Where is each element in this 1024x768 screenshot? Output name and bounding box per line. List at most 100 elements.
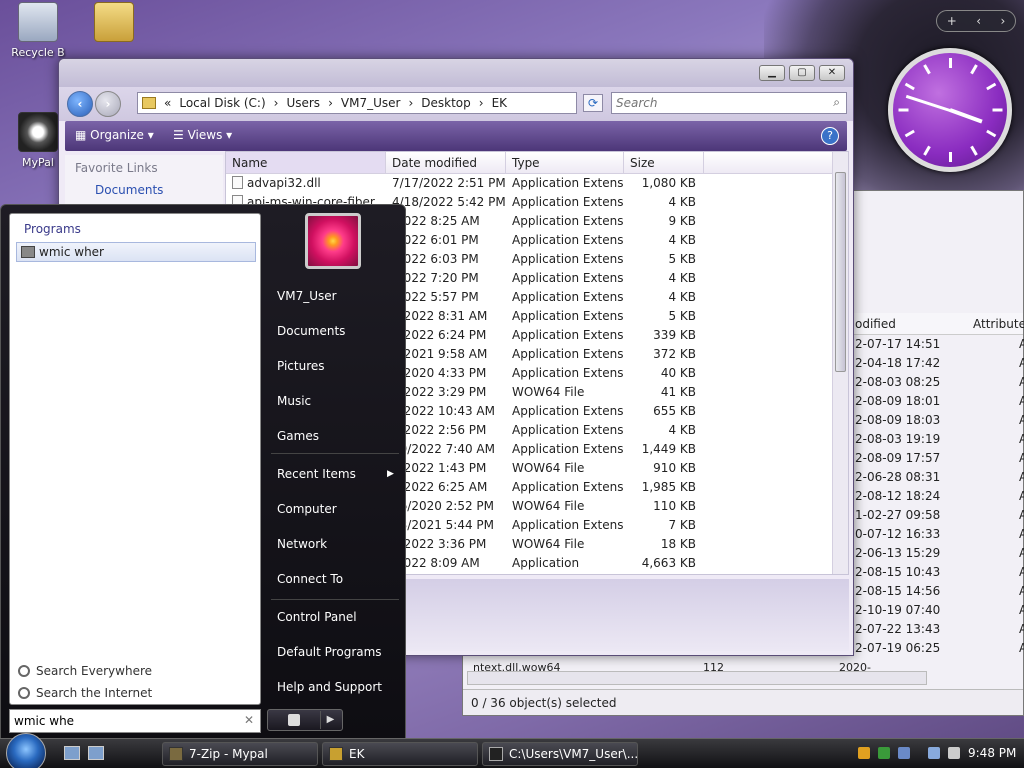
zip-table-row[interactable]: 2-07-19 06:25 A — [855, 641, 1024, 655]
file-size-cell: 18 KB — [660, 537, 696, 551]
search-internet-link[interactable]: Search the Internet — [18, 686, 152, 700]
zip-table-row[interactable]: 2-08-15 14:56 A — [855, 584, 1024, 598]
folder-icon[interactable] — [82, 2, 146, 46]
breadcrumb-separator[interactable]: › — [328, 93, 333, 113]
network-icon[interactable] — [928, 747, 940, 759]
start-item-default-programs[interactable]: Default Programs — [277, 645, 382, 659]
zip-table-row[interactable]: 2-08-03 19:19 A — [855, 432, 1024, 446]
start-item-games[interactable]: Games — [277, 429, 319, 443]
zip-table-row[interactable]: 2-08-03 08:25 A — [855, 375, 1024, 389]
zip-col-attributes[interactable]: Attributes — [973, 317, 1024, 331]
zip-table-row[interactable]: 2-06-13 15:29 A — [855, 546, 1024, 560]
table-row[interactable]: advapi32.dll 7/17/2022 2:51 PM Application… — [226, 174, 848, 193]
recycle-bin-icon[interactable]: Recycle B — [6, 2, 70, 59]
zip-table-row[interactable]: 2-08-09 18:01 A — [855, 394, 1024, 408]
clear-search-icon[interactable]: ✕ — [244, 713, 254, 727]
file-size-cell: 655 KB — [653, 404, 696, 418]
next-gadget-icon[interactable]: › — [1000, 14, 1005, 28]
refresh-icon[interactable]: ⟳ — [583, 94, 603, 112]
taskbar-btn-7zip[interactable]: 7-Zip - Mypal — [162, 742, 318, 766]
maximize-button[interactable]: ▢ — [789, 65, 815, 81]
zip-table-row[interactable]: 2-10-19 07:40 A — [855, 603, 1024, 617]
device-icon[interactable] — [898, 747, 910, 759]
start-search-box[interactable]: ✕ — [9, 709, 261, 733]
zip-hscrollbar[interactable] — [467, 671, 927, 685]
start-item-pictures[interactable]: Pictures — [277, 359, 325, 373]
file-list-scrollbar[interactable] — [832, 152, 848, 574]
zip-col-modified[interactable]: odified — [855, 317, 896, 331]
file-size-cell: 110 KB — [653, 499, 696, 513]
zip-table-row[interactable]: 2-06-28 08:31 A — [855, 470, 1024, 484]
address-breadcrumb[interactable]: « Local Disk (C:) › Users › VM7_User › D… — [137, 92, 577, 114]
lock-button[interactable]: ▶ — [267, 709, 343, 731]
forward-button[interactable]: › — [95, 91, 121, 117]
zip-table-row[interactable]: 2-04-18 17:42 A — [855, 356, 1024, 370]
breadcrumb-vm7-user[interactable]: VM7_User — [341, 93, 401, 113]
search-box[interactable]: ⌕ — [611, 92, 847, 114]
file-type-cell: WOW64 File — [512, 461, 585, 475]
zip-table-row[interactable]: 2-08-09 17:57 A — [855, 451, 1024, 465]
show-desktop-icon[interactable] — [64, 746, 80, 760]
organize-button[interactable]: ▦ Organize ▾ — [75, 128, 154, 142]
views-button[interactable]: ☰ Views ▾ — [173, 128, 232, 142]
close-button[interactable]: ✕ — [819, 65, 845, 81]
start-item-connect-to[interactable]: Connect To — [277, 572, 343, 586]
zip-table-row[interactable]: 2-08-12 18:24 A — [855, 489, 1024, 503]
program-result-item[interactable]: wmic wher — [16, 242, 256, 262]
breadcrumb-separator[interactable]: › — [408, 93, 413, 113]
zip-table-row[interactable]: 2-07-22 13:43 A — [855, 622, 1024, 636]
security-icon[interactable] — [878, 747, 890, 759]
zip-table-row[interactable]: 1-02-27 09:58 A — [855, 508, 1024, 522]
start-item-computer[interactable]: Computer — [277, 502, 337, 516]
col-name[interactable]: Name — [226, 152, 386, 173]
prev-gadget-icon[interactable]: ‹ — [976, 14, 981, 28]
minimize-button[interactable]: ▁ — [759, 65, 785, 81]
shield-icon[interactable] — [858, 747, 870, 759]
taskbar-btn-ek[interactable]: EK — [322, 742, 478, 766]
search-icon[interactable]: ⌕ — [833, 95, 840, 110]
breadcrumb-overflow[interactable]: « — [164, 93, 171, 113]
zip-table-row[interactable]: 2-08-09 18:03 A — [855, 413, 1024, 427]
start-item-network[interactable]: Network — [277, 537, 327, 551]
volume-icon[interactable] — [948, 747, 960, 759]
explorer-titlebar[interactable]: ▁ ▢ ✕ — [59, 59, 853, 87]
start-item-control-panel[interactable]: Control Panel — [277, 610, 357, 624]
zip-table-row[interactable]: 2-07-17 14:51 A — [855, 337, 1024, 351]
nav-link-documents[interactable]: Documents — [95, 183, 223, 197]
search-everywhere-link[interactable]: Search Everywhere — [18, 664, 152, 678]
file-size-cell: 4 KB — [668, 271, 696, 285]
help-icon[interactable]: ? — [821, 127, 839, 145]
scrollbar-thumb[interactable] — [835, 172, 846, 372]
breadcrumb-separator[interactable]: › — [479, 93, 484, 113]
taskbar-clock[interactable]: 9:48 PM — [968, 746, 1016, 760]
dll-file-icon — [232, 176, 243, 189]
sidebar-gadget-bar[interactable]: + ‹ › — [936, 10, 1016, 32]
start-item-documents[interactable]: Documents — [277, 324, 345, 338]
breadcrumb-local-disk[interactable]: Local Disk (C:) — [179, 93, 265, 113]
breadcrumb-ek[interactable]: EK — [492, 93, 507, 113]
start-item-recent-items[interactable]: Recent Items — [277, 467, 356, 481]
start-menu[interactable]: Programs wmic wher Search Everywhere Sea… — [0, 204, 406, 740]
folder-icon — [142, 97, 156, 109]
user-avatar[interactable] — [305, 213, 361, 269]
search-input[interactable] — [612, 93, 812, 113]
start-item-help-and-support[interactable]: Help and Support — [277, 680, 382, 694]
breadcrumb-separator[interactable]: › — [274, 93, 279, 113]
switch-windows-icon[interactable] — [88, 746, 104, 760]
start-item-user-folder[interactable]: VM7_User — [277, 289, 337, 303]
start-button[interactable] — [6, 733, 46, 768]
start-search-input[interactable] — [10, 710, 230, 732]
add-gadget-icon[interactable]: + — [947, 14, 957, 28]
back-button[interactable]: ‹ — [67, 91, 93, 117]
col-date-modified[interactable]: Date modified — [386, 152, 506, 173]
taskbar-btn-7zip-path[interactable]: C:\Users\VM7_User\... — [482, 742, 638, 766]
breadcrumb-desktop[interactable]: Desktop — [421, 93, 471, 113]
breadcrumb-users[interactable]: Users — [286, 93, 320, 113]
clock-gadget[interactable] — [888, 48, 1012, 172]
col-size[interactable]: Size — [624, 152, 704, 173]
start-item-music[interactable]: Music — [277, 394, 311, 408]
power-options-arrow-icon[interactable]: ▶ — [320, 711, 340, 729]
col-type[interactable]: Type — [506, 152, 624, 173]
zip-table-row[interactable]: 0-07-12 16:33 A — [855, 527, 1024, 541]
zip-table-row[interactable]: 2-08-15 10:43 A — [855, 565, 1024, 579]
